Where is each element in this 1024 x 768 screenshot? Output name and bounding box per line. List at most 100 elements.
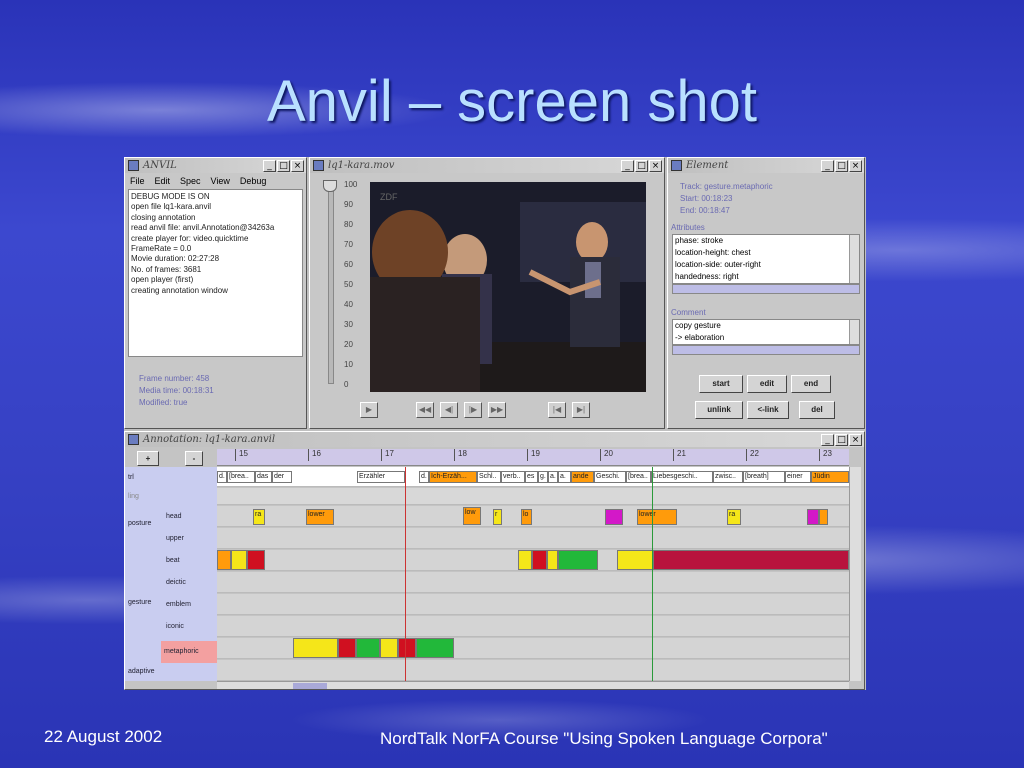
word-element[interactable]: Ich-Erzäh... <box>429 471 477 483</box>
word-element[interactable]: d. <box>419 471 429 483</box>
track-label[interactable]: adaptive <box>125 668 154 675</box>
link-button[interactable]: <-link <box>747 401 789 419</box>
slider-knob[interactable] <box>323 180 337 192</box>
word-element[interactable]: Jüdin <box>811 471 849 483</box>
menu-file[interactable]: File <box>130 176 145 186</box>
track-label[interactable]: iconic <box>163 623 184 630</box>
debug-log[interactable]: DEBUG MODE IS ON open file lq1-kara.anvi… <box>128 189 303 357</box>
attributes-hscrollbar[interactable] <box>672 284 860 294</box>
head-element[interactable]: lower <box>637 509 677 525</box>
metaphoric-element[interactable] <box>416 638 454 658</box>
edit-button[interactable]: edit <box>747 375 787 393</box>
word-element[interactable]: Schl.. <box>477 471 501 483</box>
word-element[interactable]: Liebesgeschi.. <box>651 471 713 483</box>
word-element[interactable]: a. <box>558 471 571 483</box>
head-element[interactable]: ra <box>727 509 741 525</box>
time-ruler[interactable]: 15 16 17 18 19 20 21 22 23 <box>217 449 849 466</box>
head-element[interactable] <box>807 509 819 525</box>
metaphoric-element[interactable] <box>398 638 416 658</box>
metaphoric-element[interactable] <box>380 638 398 658</box>
step-forward-icon[interactable]: |▶ <box>464 402 482 418</box>
maximize-icon[interactable]: □ <box>277 159 290 172</box>
track-row-words[interactable]: d. [brea.. das der Erzähler d. Ich-Erzäh… <box>217 467 849 487</box>
annotation-vscrollbar[interactable] <box>849 467 861 681</box>
beat-element[interactable] <box>617 550 653 570</box>
close-icon[interactable]: × <box>849 433 862 446</box>
menu-view[interactable]: View <box>211 176 230 186</box>
beat-element[interactable] <box>532 550 547 570</box>
beat-element[interactable] <box>231 550 247 570</box>
head-element[interactable]: r <box>493 509 502 525</box>
track-row-deictic[interactable] <box>217 572 849 593</box>
track-label[interactable]: beat <box>163 557 180 564</box>
beat-element[interactable] <box>547 550 558 570</box>
beat-element[interactable] <box>247 550 265 570</box>
unlink-button[interactable]: unlink <box>695 401 743 419</box>
scroll-thumb[interactable] <box>293 683 327 689</box>
element-window-titlebar[interactable]: Element _ □ × <box>668 158 864 173</box>
head-element[interactable]: low <box>463 507 481 525</box>
beat-element[interactable] <box>518 550 532 570</box>
delete-button[interactable]: del <box>799 401 835 419</box>
head-element[interactable]: lower <box>306 509 334 525</box>
minimize-icon[interactable]: _ <box>821 433 834 446</box>
annotation-hscrollbar[interactable] <box>217 681 849 689</box>
track-row-ling[interactable] <box>217 488 849 505</box>
word-element[interactable]: [brea.. <box>227 471 255 483</box>
track-label[interactable]: trl <box>125 474 134 481</box>
metaphoric-element[interactable] <box>338 638 356 658</box>
close-icon[interactable]: × <box>291 159 304 172</box>
word-element[interactable]: ande <box>571 471 594 483</box>
word-element[interactable]: zwisc.. <box>713 471 743 483</box>
attribute-item[interactable]: phase: stroke <box>675 235 859 247</box>
close-icon[interactable]: × <box>849 159 862 172</box>
word-element[interactable]: [brea.. <box>626 471 651 483</box>
head-element[interactable]: lo <box>521 509 532 525</box>
maximize-icon[interactable]: □ <box>835 433 848 446</box>
track-label[interactable]: emblem <box>163 601 191 608</box>
word-element[interactable]: d. <box>217 471 227 483</box>
menu-spec[interactable]: Spec <box>180 176 201 186</box>
maximize-icon[interactable]: □ <box>635 159 648 172</box>
track-row-metaphoric[interactable] <box>217 638 849 659</box>
step-back-icon[interactable]: ◀| <box>440 402 458 418</box>
word-element[interactable]: es <box>525 471 538 483</box>
playback-cursor[interactable] <box>405 467 406 681</box>
menu-debug[interactable]: Debug <box>240 176 267 186</box>
go-start-icon[interactable]: |◀ <box>548 402 566 418</box>
comment-scrollbar[interactable] <box>849 320 859 344</box>
main-window-titlebar[interactable]: ANVIL _ □ × <box>125 158 306 173</box>
track-row-upper[interactable] <box>217 528 849 549</box>
word-element[interactable]: Geschi. <box>594 471 626 483</box>
minimize-icon[interactable]: _ <box>263 159 276 172</box>
metaphoric-element[interactable] <box>293 638 338 658</box>
word-element[interactable]: Erzähler <box>357 471 405 483</box>
track-label[interactable]: upper <box>163 535 184 542</box>
word-element[interactable]: g. <box>538 471 548 483</box>
fast-forward-icon[interactable]: ▶▶ <box>488 402 506 418</box>
word-element[interactable]: der <box>272 471 292 483</box>
head-element[interactable] <box>605 509 623 525</box>
beat-element[interactable] <box>558 550 598 570</box>
metaphoric-element[interactable] <box>356 638 380 658</box>
word-element[interactable]: einer <box>785 471 811 483</box>
volume-slider[interactable]: 100 90 80 70 60 50 40 30 20 10 0 <box>318 180 366 390</box>
track-row-beat[interactable] <box>217 550 849 571</box>
beat-element[interactable] <box>653 550 849 570</box>
track-row-adaptive[interactable] <box>217 660 849 681</box>
annotation-window-titlebar[interactable]: Annotation: lq1-kara.anvil _ □ × <box>125 432 864 447</box>
attribute-item[interactable]: location-side: outer-right <box>675 259 859 271</box>
comment-hscrollbar[interactable] <box>672 345 860 355</box>
start-button[interactable]: start <box>699 375 743 393</box>
play-icon[interactable]: ▶ <box>360 402 378 418</box>
menu-edit[interactable]: Edit <box>155 176 171 186</box>
track-label[interactable]: head <box>163 513 182 520</box>
track-row-emblem[interactable] <box>217 594 849 615</box>
comment-box[interactable]: copy gesture -> elaboration <box>672 319 860 345</box>
track-label-selected[interactable]: metaphoric <box>161 641 217 663</box>
track-row-iconic[interactable] <box>217 616 849 637</box>
word-element[interactable]: verb.. <box>501 471 525 483</box>
track-label[interactable]: ling <box>125 493 139 500</box>
video-window-titlebar[interactable]: lq1-kara.mov _ □ × <box>310 158 664 173</box>
track-label[interactable]: deictic <box>163 579 186 586</box>
